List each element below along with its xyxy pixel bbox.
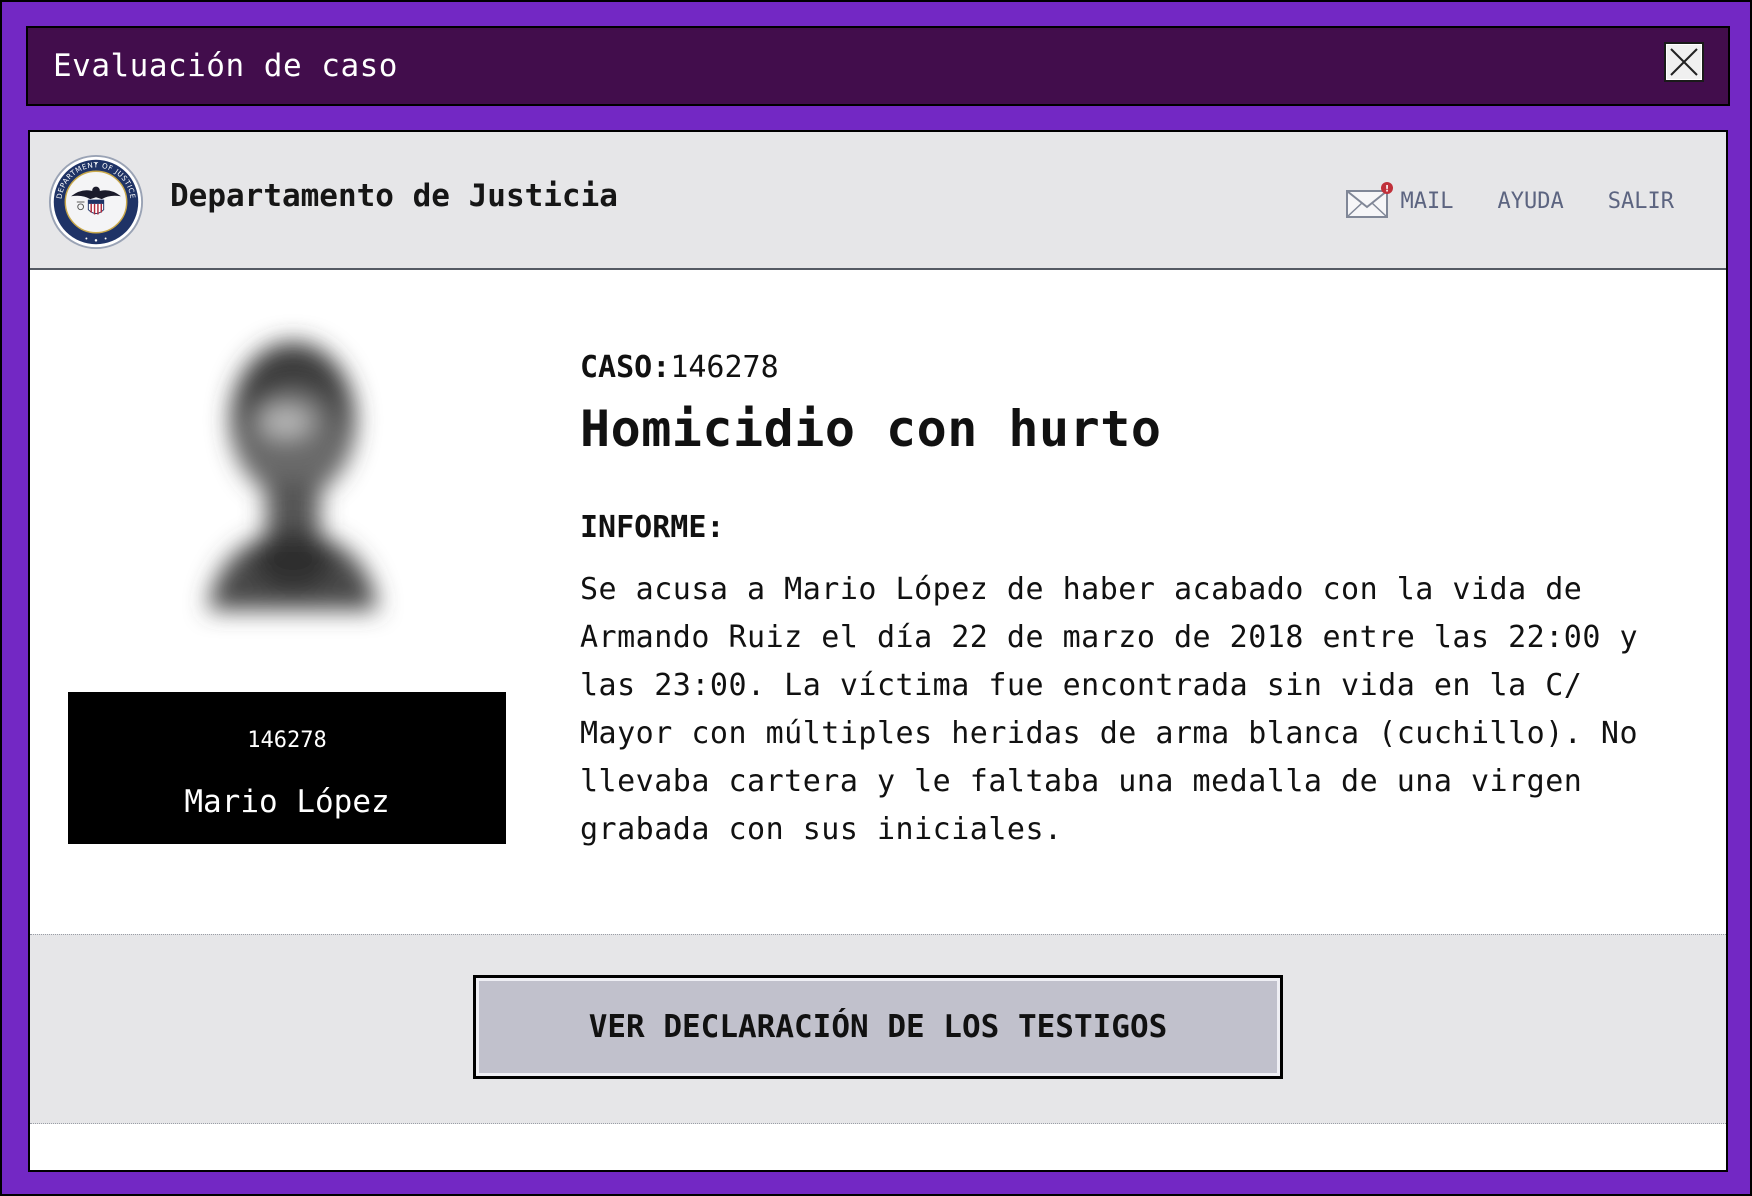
app-frame: Evaluación de caso DEPARTMENT OF JUSTICE… <box>0 0 1752 1196</box>
nav-mail-link[interactable]: MAIL <box>1401 189 1454 214</box>
action-footer: VER DECLARACIÓN DE LOS TESTIGOS <box>30 934 1726 1124</box>
case-number: 146278 <box>670 350 779 385</box>
envelope-icon[interactable]: ! <box>1345 181 1393 221</box>
nav-logout-link[interactable]: SALIR <box>1608 189 1674 214</box>
title-bar: Evaluación de caso <box>26 26 1730 106</box>
close-button[interactable] <box>1664 42 1704 82</box>
case-label: CASO: <box>580 350 671 385</box>
case-number-line: CASO:146278 <box>580 348 1680 388</box>
suspect-photo <box>208 342 378 610</box>
department-seal-logo: DEPARTMENT OF JUSTICE <box>48 154 144 250</box>
case-info: CASO:146278 Homicidio con hurto INFORME:… <box>580 348 1680 854</box>
window-title: Evaluación de caso <box>53 48 398 84</box>
case-title: Homicidio con hurto <box>580 400 1162 458</box>
report-label: INFORME: <box>580 510 725 545</box>
main-window: DEPARTMENT OF JUSTICE Departamento de Ju… <box>28 130 1728 1172</box>
suspect-id-card: 146278 Mario López <box>68 692 506 844</box>
report-text: Se acusa a Mario López de haber acabado … <box>580 572 1639 847</box>
department-name: Departamento de Justicia <box>170 178 618 214</box>
top-nav: ! MAIL AYUDA SALIR <box>1345 176 1674 226</box>
close-icon <box>1670 48 1698 76</box>
suspect-name: Mario López <box>184 784 390 820</box>
view-witness-statements-button[interactable]: VER DECLARACIÓN DE LOS TESTIGOS <box>473 975 1283 1079</box>
nav-help-link[interactable]: AYUDA <box>1498 189 1564 214</box>
app-header: DEPARTMENT OF JUSTICE Departamento de Ju… <box>30 132 1726 270</box>
suspect-id: 146278 <box>247 728 327 753</box>
svg-text:!: ! <box>1384 185 1388 195</box>
